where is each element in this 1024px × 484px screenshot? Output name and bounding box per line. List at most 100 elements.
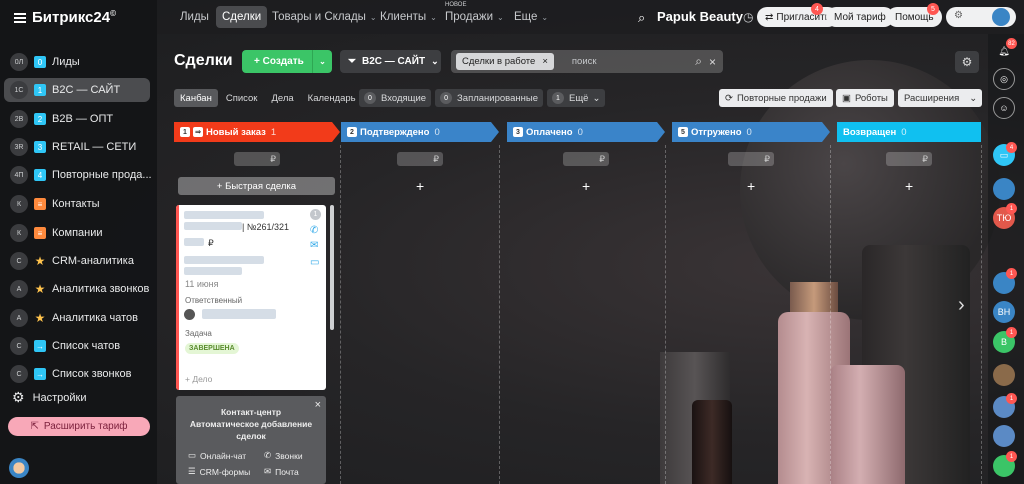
avatar[interactable] (9, 458, 29, 478)
app-logo-text: Битрикс24 (32, 9, 111, 26)
search-input[interactable]: поиск (572, 56, 597, 67)
tariff-button[interactable]: Мой тариф (826, 7, 894, 27)
nav-sales[interactable]: Продажи ⌄ (445, 6, 504, 28)
tab-kanban[interactable]: Канбан (174, 89, 218, 107)
app-logo[interactable]: Битрикс24© (14, 9, 116, 26)
add-deal-button[interactable]: + (905, 178, 913, 194)
nav-leads[interactable]: Лиды (180, 6, 209, 28)
background-bottle (692, 400, 732, 484)
robots-button[interactable]: ▣ Роботы (836, 89, 894, 107)
filter-search[interactable]: Сделки в работе × поиск ⌕ × (451, 50, 723, 73)
extensions-button[interactable]: Расширения ⌄ (898, 89, 982, 107)
star-icon: ★ (34, 254, 46, 268)
gear-icon[interactable]: ⚙ (955, 51, 979, 73)
responsible-label: Ответственный (185, 296, 243, 305)
column-header[interactable]: 1 ⇒ Новый заказ 1 (174, 122, 340, 142)
sidebar-item[interactable]: К ≡ Компании (0, 221, 157, 245)
filter-chip[interactable]: Сделки в работе × (456, 53, 554, 70)
column-header[interactable]: 5 Отгружено 0 (672, 122, 830, 142)
rail-badge: 1 (1006, 451, 1017, 462)
search-icon[interactable]: ⌕ (695, 54, 702, 69)
column-scrollbar[interactable] (330, 205, 334, 330)
counter-planned[interactable]: 0 Запланированные (435, 89, 543, 107)
rail-badge: 1 (1006, 327, 1017, 338)
cc-crm-forms[interactable]: ☰ CRM-формы (188, 466, 250, 477)
column-header[interactable]: Возвращен 0 (837, 122, 981, 142)
create-label: Создать (262, 56, 304, 67)
rail-initials: ТЮ (996, 213, 1012, 223)
chevron-right-icon[interactable]: › (958, 294, 965, 317)
sidebar-item[interactable]: 4П 4 Повторные прода... (0, 163, 157, 187)
user-menu[interactable]: ⚙ (946, 7, 1016, 27)
client-blurred (184, 256, 264, 264)
counter-more[interactable]: 1 Ещё ⌄ (547, 89, 606, 107)
sidebar-item-label: Контакты (52, 198, 100, 210)
nav-more[interactable]: Еще ⌄ (514, 6, 548, 28)
sidebar-item[interactable]: 1С 1 B2C — САЙТ (4, 78, 150, 102)
column-header[interactable]: 3 Оплачено 0 (507, 122, 665, 142)
phone-icon[interactable]: ✆ (310, 225, 318, 236)
column-divider (830, 145, 831, 484)
tab-list[interactable]: Список (220, 89, 264, 107)
add-deal-button[interactable]: + (747, 178, 755, 194)
chat-icon[interactable]: ▭ (310, 257, 319, 268)
sidebar-item[interactable]: С → Список чатов (0, 334, 157, 358)
sidebar-settings[interactable]: ⚙ Настройки (12, 389, 87, 406)
avatar[interactable] (993, 364, 1015, 386)
cc-title-line: Автоматическое добавление (189, 419, 313, 429)
avatar[interactable] (993, 425, 1015, 447)
deal-card[interactable]: | №261/321 ₽ 11 июня Ответственный Задач… (176, 205, 326, 390)
quick-deal-button[interactable]: + Быстрая сделка (178, 177, 335, 195)
chevron-down-icon: ⌄ (430, 12, 437, 22)
column-title: Возвращен (843, 126, 897, 138)
sidebar-item[interactable]: А ★ Аналитика звонков (0, 277, 157, 301)
cc-online-chat[interactable]: ▭ Онлайн-чат (188, 450, 246, 461)
add-deal-button[interactable]: + (582, 178, 590, 194)
mail-icon[interactable]: ✉ (310, 240, 318, 251)
company-name: Papuk Beauty (657, 9, 743, 24)
menu-icon[interactable] (14, 11, 26, 25)
avatar[interactable] (993, 178, 1015, 200)
avatar[interactable]: ВН (993, 301, 1015, 323)
chevron-down-icon[interactable]: ⌄ (312, 50, 332, 73)
sidebar-item[interactable]: К ≡ Контакты (0, 192, 157, 216)
column-header[interactable]: 2 Подтверждено 0 (341, 122, 499, 142)
create-button[interactable]: + Создать ⌄ (242, 50, 332, 73)
sidebar-item[interactable]: 0Л 0 Лиды (0, 50, 157, 74)
nav-deals[interactable]: Сделки (216, 6, 268, 28)
tariff-label: Мой тариф (834, 11, 886, 23)
tab-activities[interactable]: Дела (265, 89, 299, 107)
funnel-selector[interactable]: ⏷ B2C — САЙТ ⌄ (340, 50, 441, 73)
target-icon[interactable]: ◎ (993, 68, 1015, 90)
repeat-sales-button[interactable]: ⟳ Повторные продажи (719, 89, 833, 107)
counter-value: 1 (552, 92, 564, 104)
cc-mail[interactable]: ✉ Почта (264, 466, 299, 477)
counter-label: Входящие (381, 92, 427, 104)
column-divider (981, 145, 982, 484)
close-icon[interactable]: × (542, 56, 548, 67)
clock-icon[interactable]: ◷ (743, 10, 753, 24)
chevron-down-icon: ⌄ (431, 56, 439, 66)
cc-calls[interactable]: ✆ Звонки (264, 450, 303, 461)
sidebar-item[interactable]: С ★ CRM-аналитика (0, 249, 157, 273)
tab-calendar[interactable]: Календарь (302, 89, 362, 107)
price-currency: ₽ (208, 238, 214, 248)
add-activity-button[interactable]: + Дело (185, 374, 212, 384)
sidebar-item[interactable]: А ★ Аналитика чатов (0, 306, 157, 330)
invite-badge: 4 (811, 3, 823, 15)
counter-value: 0 (364, 92, 376, 104)
nav-products[interactable]: Товары и Склады ⌄ (272, 6, 377, 28)
search-icon[interactable]: ⌕ (638, 10, 645, 26)
sidebar-item[interactable]: С → Список звонков (0, 362, 157, 386)
counter-incoming[interactable]: 0 Входящие (359, 89, 432, 107)
avatar[interactable] (184, 309, 195, 320)
add-deal-button[interactable]: + (416, 178, 424, 194)
smile-icon[interactable]: ☺ (993, 97, 1015, 119)
sidebar-item-icon: 1 (34, 84, 46, 96)
sidebar-item[interactable]: 3R 3 RETAIL — СЕТИ (0, 135, 157, 159)
nav-clients[interactable]: Клиенты ⌄ (380, 6, 437, 28)
nav-label: Товары и Склады (272, 11, 366, 23)
close-icon[interactable]: × (709, 55, 716, 69)
sidebar-item[interactable]: 2В 2 B2B — ОПТ (0, 107, 157, 131)
expand-tariff-button[interactable]: ⇱ Расширить тариф (8, 417, 150, 436)
